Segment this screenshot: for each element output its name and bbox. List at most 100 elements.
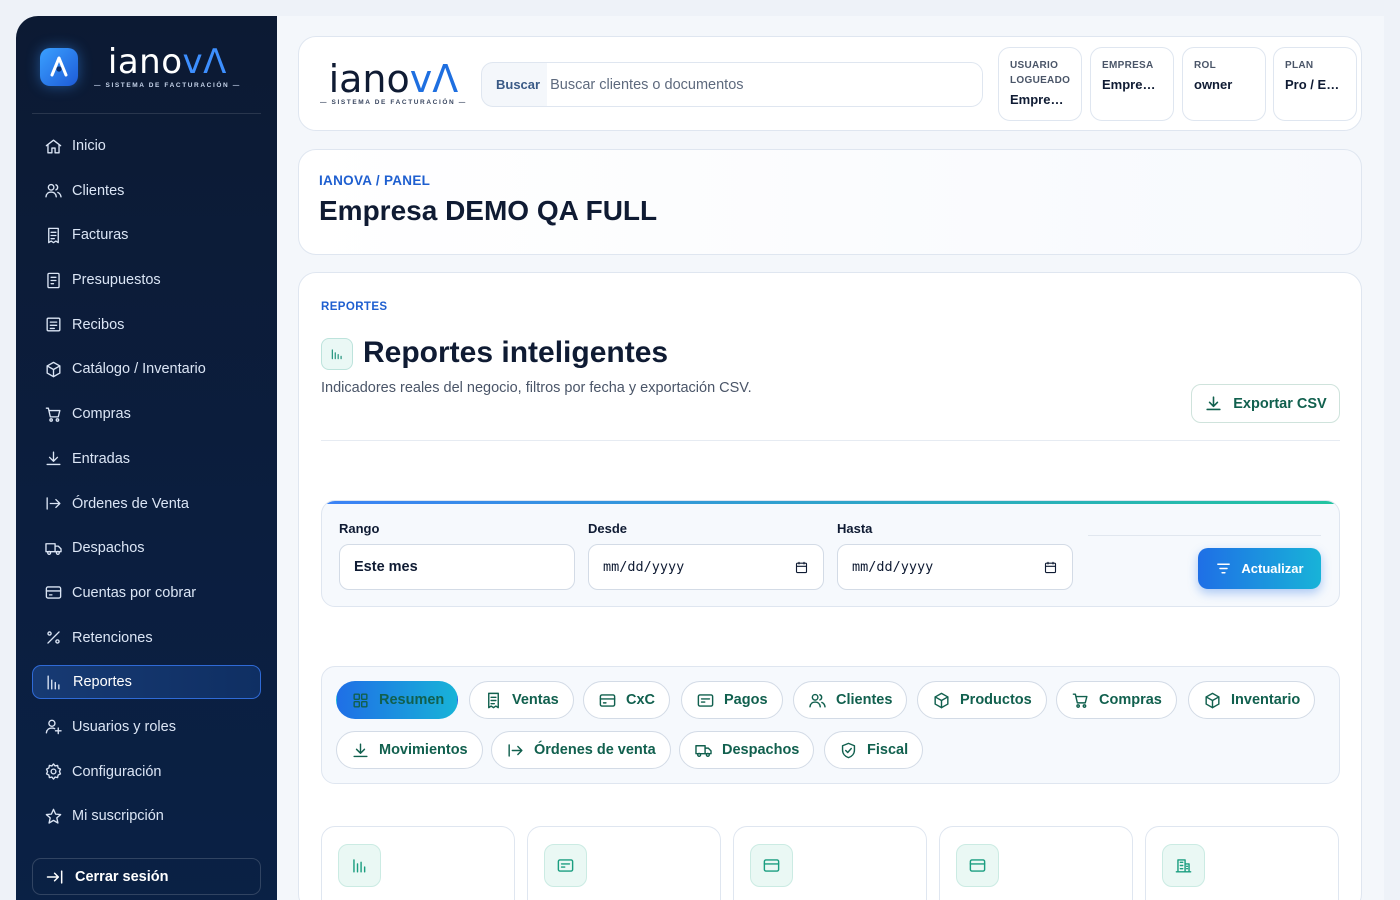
sidebar-item-label: Mi suscripción — [72, 808, 164, 825]
sidebar-item-label: Reportes — [73, 674, 132, 691]
bar-chart-icon — [338, 844, 381, 887]
topbar-wordmark: ianovΛ — [328, 57, 459, 101]
download-icon — [353, 742, 368, 757]
tab-cxc[interactable]: CxC — [583, 681, 671, 719]
export-csv-button[interactable]: Exportar CSV — [1191, 384, 1340, 423]
sidebar-item-entradas[interactable]: Entradas — [32, 442, 261, 476]
kpi-card — [1145, 826, 1339, 900]
sidebar-item-label: Configuración — [72, 763, 162, 780]
star-icon — [45, 808, 62, 824]
kpi-card — [527, 826, 721, 900]
truck-icon — [45, 542, 62, 555]
sidebar-item-label: Despachos — [72, 540, 145, 557]
tab-label: Clientes — [836, 692, 893, 708]
breadcrumb[interactable]: IANOVA / PANEL — [319, 173, 430, 188]
percent-icon — [47, 631, 60, 644]
search-box: Buscar — [481, 62, 983, 107]
tab-label: Órdenes de venta — [534, 742, 656, 758]
search-input[interactable] — [547, 63, 982, 106]
from-date-value: mm/dd/yyyy — [603, 559, 685, 575]
tab-label: CxC — [626, 692, 656, 708]
sidebar-item-inicio[interactable]: Inicio — [32, 129, 261, 163]
reports-description: Indicadores reales del negocio, filtros … — [321, 380, 752, 396]
building-icon — [1162, 844, 1205, 887]
sidebar-item-presupuestos[interactable]: Presupuestos — [32, 263, 261, 297]
sidebar-item-compras[interactable]: Compras — [32, 397, 261, 431]
sidebar-item-recibos[interactable]: Recibos — [32, 308, 261, 342]
sidebar-item-clientes[interactable]: Clientes — [32, 174, 261, 208]
topbar-logo[interactable]: ianovΛ — SISTEMA DE FACTURACIÓN — — [320, 59, 467, 106]
tab-pagos[interactable]: Pagos — [681, 681, 783, 719]
download-icon — [1206, 396, 1221, 411]
tab-compras[interactable]: Compras — [1056, 681, 1177, 719]
kpi-card — [321, 826, 515, 900]
calendar-icon[interactable] — [1043, 560, 1058, 575]
filters-panel: Rango Este mes Desde mm/dd/yyyy Hasta mm… — [321, 500, 1340, 607]
quote-icon — [47, 272, 60, 288]
tab-fiscal[interactable]: Fiscal — [824, 731, 924, 769]
bar-chart-icon — [321, 338, 353, 370]
tab-ventas[interactable]: Ventas — [469, 681, 574, 719]
reports-title: Reportes inteligentes — [363, 336, 669, 369]
sidebar-item-cuentas-por-cobrar[interactable]: Cuentas por cobrar — [32, 576, 261, 610]
grid-icon — [353, 692, 368, 708]
topbar: ianovΛ — SISTEMA DE FACTURACIÓN — Buscar… — [298, 36, 1362, 131]
sidebar-item-configuracion[interactable]: Configuración — [32, 755, 261, 789]
update-button[interactable]: Actualizar — [1198, 548, 1321, 589]
tab-inventario[interactable]: Inventario — [1188, 681, 1316, 719]
tab-label: Ventas — [512, 692, 559, 708]
sidebar-item-mi-suscripcion[interactable]: Mi suscripción — [32, 799, 261, 833]
logout-icon — [46, 869, 63, 884]
sidebar-item-facturas[interactable]: Facturas — [32, 218, 261, 252]
user-cog-icon — [45, 720, 62, 735]
sidebar-item-label: Retenciones — [72, 629, 153, 646]
report-tabs: Resumen Ventas CxC Pagos Clientes Produc… — [321, 666, 1340, 784]
tab-resumen[interactable]: Resumen — [336, 681, 458, 719]
box-icon — [934, 692, 949, 708]
meta-value: Pro / Empresarial — [1285, 77, 1345, 92]
filters-separator — [1088, 535, 1321, 536]
home-icon — [45, 138, 62, 154]
range-select[interactable]: Este mes — [339, 544, 575, 590]
to-date-value: mm/dd/yyyy — [852, 559, 934, 575]
card-icon — [750, 844, 793, 887]
tab-despachos[interactable]: Despachos — [679, 731, 815, 769]
sidebar-item-usuarios-y-roles[interactable]: Usuarios y roles — [32, 710, 261, 744]
brand-tagline: — SISTEMA DE FACTURACIÓN — — [94, 82, 241, 89]
users-icon — [45, 184, 62, 198]
export-csv-label: Exportar CSV — [1233, 395, 1327, 412]
from-date-input[interactable]: mm/dd/yyyy — [588, 544, 824, 590]
meta-value: Empresa DEMO QA FULL — [1010, 92, 1070, 107]
sidebar-item-catalogo[interactable]: Catálogo / Inventario — [32, 352, 261, 386]
shield-check-icon — [841, 742, 856, 758]
sidebar-nav: Inicio Clientes Facturas Presupuestos Re… — [32, 129, 261, 844]
sidebar-item-ordenes-de-venta[interactable]: Órdenes de Venta — [32, 487, 261, 521]
tab-movimientos[interactable]: Movimientos — [336, 731, 483, 769]
cart-icon — [45, 407, 61, 422]
logout-button[interactable]: Cerrar sesión — [32, 858, 261, 895]
sidebar-item-label: Inicio — [72, 138, 106, 154]
tab-label: Pagos — [724, 692, 768, 708]
sidebar-brand[interactable]: ianovΛ — SISTEMA DE FACTURACIÓN — — [40, 44, 241, 89]
tab-clientes[interactable]: Clientes — [793, 681, 908, 719]
tab-ordenes-de-venta[interactable]: Órdenes de venta — [491, 731, 671, 769]
range-label: Rango — [339, 521, 380, 536]
meta-empresa: EMPRESA Empresa DEMO QA FULL — [1090, 47, 1174, 121]
sidebar-item-despachos[interactable]: Despachos — [32, 531, 261, 565]
to-label: Hasta — [837, 521, 873, 536]
calendar-icon[interactable] — [794, 560, 809, 575]
range-value: Este mes — [354, 559, 418, 575]
card-icon — [956, 844, 999, 887]
meta-key: USUARIO LOGUEADO — [1010, 60, 1071, 86]
sidebar-item-reportes[interactable]: Reportes — [32, 665, 261, 700]
to-date-input[interactable]: mm/dd/yyyy — [837, 544, 1073, 590]
sidebar: ianovΛ — SISTEMA DE FACTURACIÓN — Inicio… — [16, 16, 277, 900]
kpi-card — [939, 826, 1133, 900]
sidebar-item-label: Cuentas por cobrar — [72, 584, 197, 601]
tab-productos[interactable]: Productos — [917, 681, 1047, 719]
meta-key: PLAN — [1285, 60, 1314, 71]
arrow-right-bar-icon — [508, 743, 523, 757]
sidebar-item-retenciones[interactable]: Retenciones — [32, 621, 261, 655]
page-title: Empresa DEMO QA FULL — [319, 195, 658, 226]
brand-logo-icon — [40, 47, 78, 86]
